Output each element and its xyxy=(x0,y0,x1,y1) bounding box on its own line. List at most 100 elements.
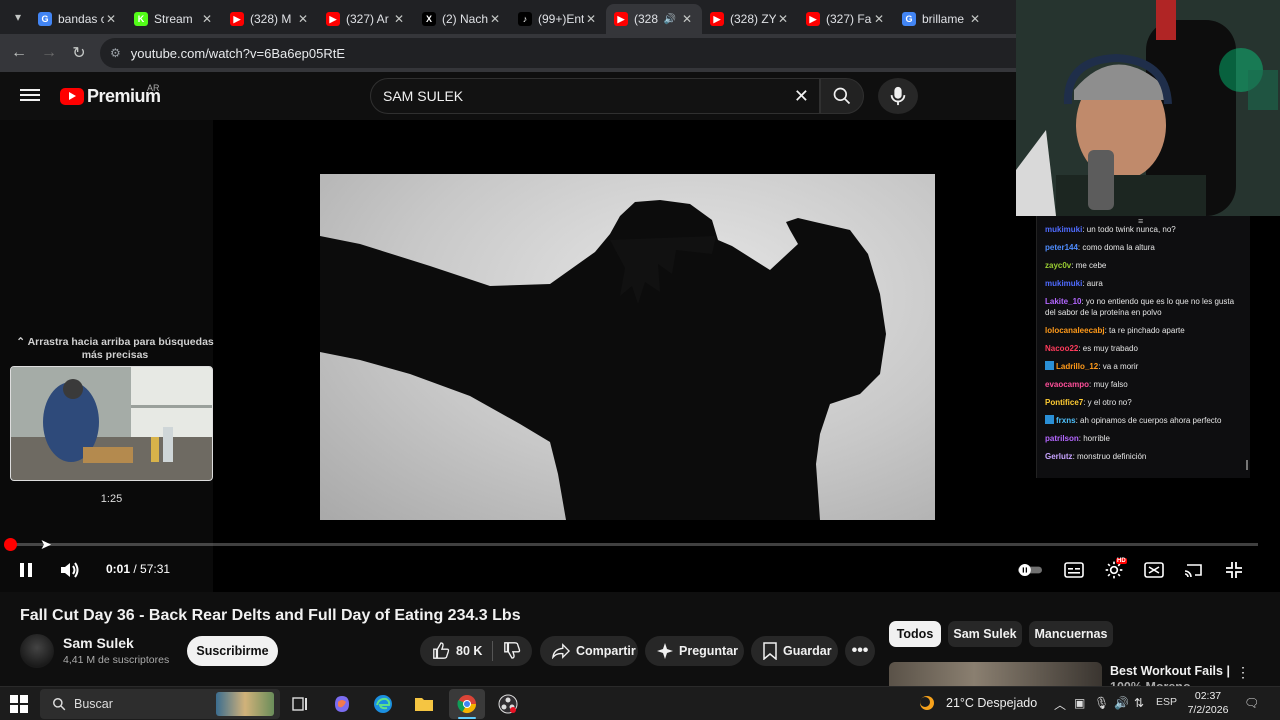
browser-tab[interactable]: Gbrillame ✕ xyxy=(894,4,990,34)
chat-username[interactable]: zayc0v xyxy=(1045,261,1071,270)
fullscreen-button[interactable] xyxy=(1222,558,1246,582)
browser-tab[interactable]: X (2) Nach ✕ xyxy=(414,4,510,34)
autoplay-toggle[interactable] xyxy=(1018,558,1042,582)
channel-avatar[interactable] xyxy=(20,634,54,668)
chat-username[interactable]: lolocanaleecabj xyxy=(1045,326,1105,335)
tab-audio-icon[interactable]: 🔊 xyxy=(664,14,676,25)
search-highlight-image xyxy=(216,692,274,716)
address-bar[interactable]: ⚙ youtube.com/watch?v=6Ba6ep05RtE xyxy=(100,38,1060,68)
chrome-icon[interactable] xyxy=(457,694,477,714)
chat-username[interactable]: patrilson xyxy=(1045,434,1079,443)
recommendation-title[interactable]: Best Workout Fails | xyxy=(1110,664,1230,678)
volume-button[interactable] xyxy=(58,560,82,580)
progress-bar[interactable] xyxy=(10,543,1258,546)
more-actions-button[interactable]: ••• xyxy=(845,636,875,666)
tab-close-icon[interactable]: ✕ xyxy=(104,12,118,26)
dislike-button[interactable] xyxy=(503,641,521,662)
copilot-icon[interactable] xyxy=(332,694,352,714)
taskbar-search[interactable]: Buscar xyxy=(40,689,280,719)
browser-tab[interactable]: Gbandas c ✕ xyxy=(30,4,126,34)
like-count[interactable]: 80 K xyxy=(456,644,482,658)
tab-close-icon[interactable]: ✕ xyxy=(776,12,790,26)
browser-tab[interactable]: ▶ (328) ZY ✕ xyxy=(702,4,798,34)
windows-start-icon[interactable] xyxy=(10,695,28,713)
channel-name[interactable]: Sam Sulek xyxy=(63,635,134,651)
tab-close-icon[interactable]: ✕ xyxy=(584,12,598,26)
chat-username[interactable]: Gerlutz xyxy=(1045,452,1073,461)
weather-text[interactable]: 21°C Despejado xyxy=(946,696,1037,710)
chat-scrollbar[interactable] xyxy=(1246,460,1248,470)
chat-username[interactable]: Ladrillo_12 xyxy=(1056,362,1098,371)
chat-message: Nacoo22: es muy trabado xyxy=(1037,343,1250,354)
chat-username[interactable]: mukimuki xyxy=(1045,225,1082,234)
bodybuilder-silhouette xyxy=(320,200,886,520)
obs-studio-icon[interactable] xyxy=(498,694,518,714)
tab-close-icon[interactable]: ✕ xyxy=(392,12,406,26)
tab-close-icon[interactable]: ✕ xyxy=(200,12,214,26)
chat-username[interactable]: Nacoo22 xyxy=(1045,344,1078,353)
browser-tab[interactable]: ▶ (328) M ✕ xyxy=(222,4,318,34)
reload-icon[interactable]: ↻ xyxy=(64,38,94,68)
search-input[interactable]: SAM SULEK ✕ xyxy=(370,78,820,114)
save-button[interactable]: Guardar xyxy=(751,636,838,666)
weather-icon[interactable] xyxy=(918,693,938,713)
chat-username[interactable]: mukimuki xyxy=(1045,279,1082,288)
tab-close-icon[interactable]: ✕ xyxy=(296,12,310,26)
filter-chip[interactable]: Mancuernas xyxy=(1029,621,1113,647)
notifications-icon[interactable]: 🗨 xyxy=(1244,696,1259,710)
filter-chip[interactable]: Todos xyxy=(889,621,941,647)
tab-close-icon[interactable]: ✕ xyxy=(872,12,886,26)
tab-close-icon[interactable]: ✕ xyxy=(488,12,502,26)
tray-app-icon[interactable]: ▣ xyxy=(1074,696,1085,710)
cast-button[interactable] xyxy=(1182,558,1206,582)
recommendation-thumbnail[interactable] xyxy=(889,662,1102,686)
ask-label: Preguntar xyxy=(679,644,739,658)
share-button[interactable]: Compartir xyxy=(540,636,638,666)
menu-icon[interactable] xyxy=(20,86,40,106)
browser-tab[interactable]: ▶ (327) Fa ✕ xyxy=(798,4,894,34)
forward-arrow-icon[interactable]: → xyxy=(34,38,64,68)
voice-search-button[interactable] xyxy=(878,78,918,114)
filter-chip[interactable]: Sam Sulek xyxy=(948,621,1022,647)
tab-close-icon[interactable]: ✕ xyxy=(680,12,694,26)
pause-button[interactable] xyxy=(16,560,36,580)
scrubber-handle[interactable] xyxy=(4,538,17,551)
clear-search-icon[interactable]: ✕ xyxy=(794,86,809,107)
ask-button[interactable]: Preguntar xyxy=(645,636,744,666)
subscribe-button[interactable]: Suscribirme xyxy=(187,636,278,666)
speaker-tray-icon[interactable]: 🔊 xyxy=(1114,696,1129,710)
chat-message: Gerlutz: monstruo definición xyxy=(1037,451,1250,462)
network-tray-icon[interactable]: ⇅ xyxy=(1134,696,1144,710)
browser-tab[interactable]: ▶ (328 🔊 ✕ xyxy=(606,4,702,34)
video-frame[interactable] xyxy=(320,174,935,520)
hd-badge: HD xyxy=(1116,558,1127,564)
task-view-icon[interactable] xyxy=(290,694,310,714)
current-time: 0:01 xyxy=(106,562,131,576)
file-explorer-icon[interactable] xyxy=(414,694,434,714)
miniplayer-button[interactable] xyxy=(1142,558,1166,582)
chat-username[interactable]: frxns xyxy=(1056,416,1076,425)
settings-button[interactable]: HD xyxy=(1102,558,1127,582)
chat-username[interactable]: Lakite_10 xyxy=(1045,297,1081,306)
chat-username[interactable]: evaocampo xyxy=(1045,380,1089,389)
back-arrow-icon[interactable]: ← xyxy=(4,38,34,68)
browser-tab[interactable]: K Stream ✕ xyxy=(126,4,222,34)
edge-browser-icon[interactable] xyxy=(373,694,393,714)
search-button[interactable] xyxy=(820,78,864,114)
tab-close-icon[interactable]: ✕ xyxy=(968,12,982,26)
site-info-icon[interactable]: ⚙ xyxy=(110,46,121,60)
tab-search-chevron-icon[interactable]: ▾ xyxy=(6,5,30,29)
tray-overflow-chevron-icon[interactable]: ︿ xyxy=(1054,696,1066,713)
youtube-premium-logo[interactable]: Premium AR xyxy=(60,83,161,107)
like-button[interactable] xyxy=(432,642,450,660)
subtitles-button[interactable] xyxy=(1062,558,1086,582)
microphone-tray-icon[interactable]: 🎙 xyxy=(1094,696,1109,710)
system-clock[interactable]: 02:37 7/2/2026 xyxy=(1178,689,1238,717)
chat-drag-handle-icon[interactable]: ≡ xyxy=(1138,216,1143,226)
browser-tab[interactable]: ♪ (99+)Ent ✕ xyxy=(510,4,606,34)
recommendation-menu-icon[interactable]: ⋮ xyxy=(1236,664,1250,681)
language-indicator[interactable]: ESP xyxy=(1156,696,1177,708)
chat-username[interactable]: Pontifice7 xyxy=(1045,398,1083,407)
chat-username[interactable]: peter144 xyxy=(1045,243,1078,252)
browser-tab[interactable]: ▶ (327) Ar ✕ xyxy=(318,4,414,34)
